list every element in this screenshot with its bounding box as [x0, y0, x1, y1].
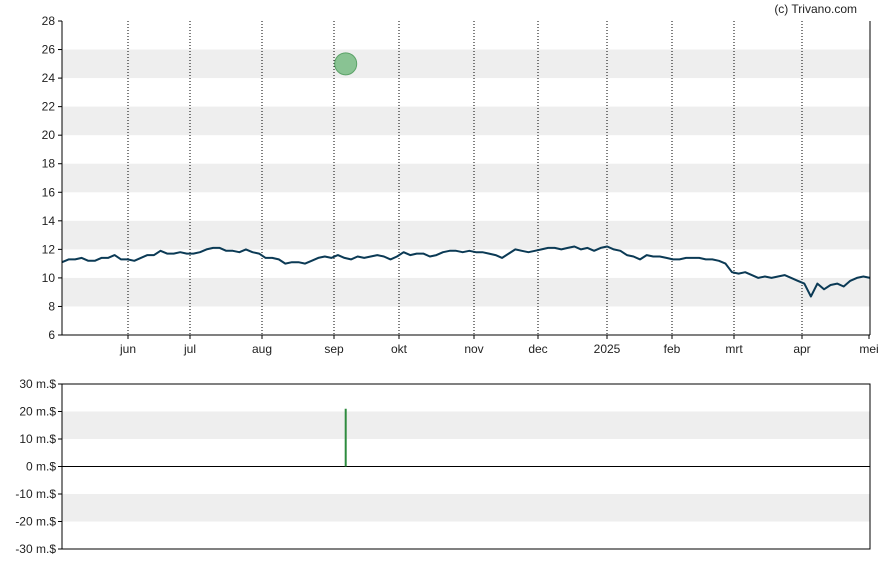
price-y-tick-label: 18	[42, 157, 56, 171]
price-y-tick-label: 12	[42, 242, 56, 256]
price-y-tick-label: 16	[42, 185, 56, 199]
price-x-tick-label: apr	[793, 342, 810, 356]
price-y-tick-label: 26	[42, 43, 56, 57]
price-x-tick-label: jun	[119, 342, 136, 356]
price-y-tick-label: 22	[42, 100, 56, 114]
price-x-tick-label: sep	[324, 342, 344, 356]
price-x-tick-label: mei	[859, 342, 878, 356]
price-y-tick-label: 6	[48, 328, 55, 342]
chart-svg: 6 8 10 12 14 16 18 20 22 24 26 28 jun jul aug sep okt nov…	[15, 2, 878, 556]
price-grid-bands	[62, 49, 870, 307]
price-x-tick-label: aug	[252, 342, 272, 356]
price-x-tick-label: nov	[464, 342, 483, 356]
price-x-tick-label: 2025	[594, 342, 621, 356]
volume-band	[62, 411, 870, 439]
volume-y-tick-label: 20 m.$	[19, 405, 56, 419]
volume-y-tick-label: 0 m.$	[26, 460, 56, 474]
price-band	[62, 277, 870, 307]
price-x-tick-label: jul	[183, 342, 196, 356]
price-x-tick-label: okt	[391, 342, 408, 356]
price-band	[62, 220, 870, 250]
volume-y-tick-label: -10 m.$	[15, 487, 56, 501]
volume-y-tick-label: -30 m.$	[15, 542, 56, 556]
price-band	[62, 106, 870, 136]
chart-container: 6 8 10 12 14 16 18 20 22 24 26 28 jun jul aug sep okt nov…	[0, 0, 888, 565]
volume-band	[62, 494, 870, 522]
price-x-tick-label: dec	[528, 342, 547, 356]
price-y-tick-label: 10	[42, 271, 56, 285]
volume-y-tick-label: 30 m.$	[19, 377, 56, 391]
price-y-tick-label: 24	[42, 71, 56, 85]
price-x-tick-label: feb	[664, 342, 681, 356]
price-x-tick-label: mrt	[725, 342, 743, 356]
trade-marker	[334, 52, 358, 76]
price-y-tick-label: 8	[48, 299, 55, 313]
price-y-tick-label: 20	[42, 128, 56, 142]
volume-y-tick-label: -20 m.$	[15, 515, 56, 529]
credit-text: (c) Trivano.com	[774, 2, 857, 16]
volume-y-tick-label: 10 m.$	[19, 432, 56, 446]
price-band	[62, 49, 870, 79]
price-y-tick-label: 14	[42, 214, 56, 228]
price-band	[62, 163, 870, 193]
price-y-tick-label: 28	[42, 14, 56, 28]
